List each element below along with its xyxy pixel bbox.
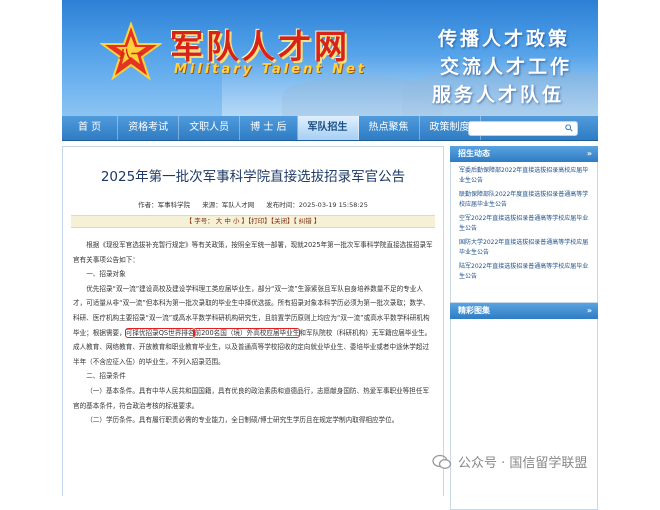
highlighted-text: 可择优招录QS世界排名 xyxy=(124,327,196,338)
more-link-icon[interactable]: » xyxy=(587,146,592,162)
news-link[interactable]: 空军2022年直接选拔招录普通高等学校应届毕业生公告 xyxy=(457,214,591,234)
wechat-icon xyxy=(432,454,452,469)
article-date: 发布时间：2025-03-19 15:58:25 xyxy=(266,201,368,209)
gallery-box xyxy=(450,319,598,510)
article-paragraph: 根据《现役军官选拔补充暂行规定》等有关政策，按照全军统一部署，现就2025年第一… xyxy=(73,241,433,264)
sidebar-heading-label: 精彩图集 xyxy=(458,306,490,315)
section-heading: 二、招录条件 xyxy=(86,372,126,381)
news-link[interactable]: 国防大学2022年直接选拔招录普通高等学校应届毕业生公告 xyxy=(457,238,591,258)
article-toolbar[interactable]: 【 字号： 大 中 小 】【打印】【关闭】【 纠错 】 xyxy=(71,215,435,228)
more-link-icon[interactable]: » xyxy=(587,303,592,319)
article-author: 作者：军事科学院 xyxy=(138,201,191,209)
army-star-icon: 八一 xyxy=(100,22,162,81)
news-link[interactable]: 联勤保障部队2022年度直接选拔招录普通高等学校应届毕业生公告 xyxy=(457,190,591,210)
sidebar-heading-label: 招生动态 xyxy=(458,149,490,158)
nav-home[interactable]: 首 页 xyxy=(62,116,119,140)
slogan-line-1: 传播人才政策 xyxy=(437,28,570,50)
section-heading: 一、招录对象 xyxy=(86,270,126,279)
main-nav: 首 页 资格考试 文职人员 博 士 后 军队招生 热点聚焦 政策制度 xyxy=(62,116,598,141)
nav-military-enrollment[interactable]: 军队招生 xyxy=(297,116,359,140)
article-source: 来源：军队人才网 xyxy=(202,201,255,209)
highlighted-text: 前200名国（境）外高校应届毕业生 xyxy=(193,327,301,338)
news-link[interactable]: 陆军2022年直接选拔招录普通高等学校应届毕业生公告 xyxy=(457,262,591,282)
site-logo-text[interactable]: 军队人才网 xyxy=(170,20,350,68)
sidebar-heading-gallery: 精彩图集 » xyxy=(450,303,598,319)
search-icon[interactable] xyxy=(565,124,573,132)
slogan-line-2: 交流人才工作 xyxy=(439,56,572,78)
nav-qualification-exam[interactable]: 资格考试 xyxy=(118,116,180,140)
watermark-text: 公众号 · 国信留学联盟 xyxy=(458,456,588,471)
sidebar-heading-enrollment-news: 招生动态 » xyxy=(450,146,598,162)
sidebar-news-list: 军委后勤保障部2022年直接选拔招录高校应届毕业生公告 联勤保障部队2022年度… xyxy=(450,162,598,303)
article-panel: 2025年第一批次军事科学院直接选拔招录军官公告 作者：军事科学院 来源：军队人… xyxy=(62,146,444,496)
slogan-line-3: 服务人才队伍 xyxy=(431,84,564,106)
site-banner: 八一 军队人才网 Military Talent Net 传播人才政策 交流人才… xyxy=(62,0,598,116)
article-paragraph: 优先招录“双一流”建设高校及建设学科理工类应届毕业生，部分“双一流”生源紧张且军… xyxy=(73,282,433,370)
search-input[interactable] xyxy=(468,121,578,136)
article-meta: 作者：军事科学院 来源：军队人才网 发布时间：2025-03-19 15:58:… xyxy=(63,199,443,209)
news-link[interactable]: 军委后勤保障部2022年直接选拔招录高校应届毕业生公告 xyxy=(457,166,591,186)
nav-civilian-staff[interactable]: 文职人员 xyxy=(179,116,241,140)
watermark: 公众号 · 国信留学联盟 xyxy=(432,452,587,471)
nav-hot-topics[interactable]: 热点聚焦 xyxy=(359,116,420,140)
page: 八一 军队人才网 Military Talent Net 传播人才政策 交流人才… xyxy=(62,0,598,510)
article-paragraph: （二）学历条件。具有履行职责必需的专业能力，全日制硕/博士研究生学历且在规定学制… xyxy=(86,416,399,425)
site-logo-english: Military Talent Net xyxy=(174,62,367,77)
article-title: 2025年第一批次军事科学院直接选拔招录军官公告 xyxy=(100,169,406,185)
nav-postdoc[interactable]: 博 士 后 xyxy=(240,116,298,140)
article-body: 根据《现役军官选拔补充暂行规定》等有关政策，按照全军统一部署，现就2025年第一… xyxy=(63,228,443,428)
svg-text:八一: 八一 xyxy=(118,47,143,61)
article-paragraph: （一）基本条件。具有中华人民共和国国籍，具有优良的政治素质和道德品行，志愿献身国… xyxy=(73,386,430,410)
